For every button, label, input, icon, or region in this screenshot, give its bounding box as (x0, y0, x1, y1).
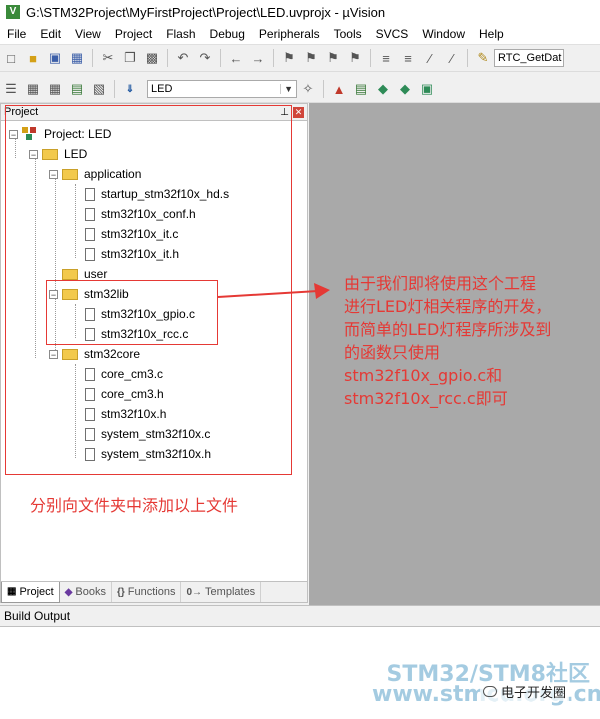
note-line: stm32f10x_rcc.c即可 (344, 389, 508, 408)
note-line: stm32f10x_gpio.c和 (344, 366, 503, 385)
arrow-head (314, 283, 330, 299)
wechat-watermark: 电子开发圈 (480, 682, 570, 701)
note-line: 而简单的LED灯程序所涉及到 (344, 320, 552, 339)
annotation-note: 由于我们即将使用这个工程 进行LED灯相关程序的开发， 而简单的LED灯程序所涉… (344, 272, 594, 410)
wechat-label: 电子开发圈 (501, 685, 567, 700)
wechat-icon (483, 686, 497, 697)
note-line: 的函数只使用 (344, 343, 441, 362)
arrow-line (217, 290, 319, 298)
note-line: 由于我们即将使用这个工程 (344, 274, 537, 293)
annotation-bottom-note: 分别向文件夹中添加以上文件 (30, 496, 239, 515)
note-line: 进行LED灯相关程序的开发， (344, 297, 552, 316)
